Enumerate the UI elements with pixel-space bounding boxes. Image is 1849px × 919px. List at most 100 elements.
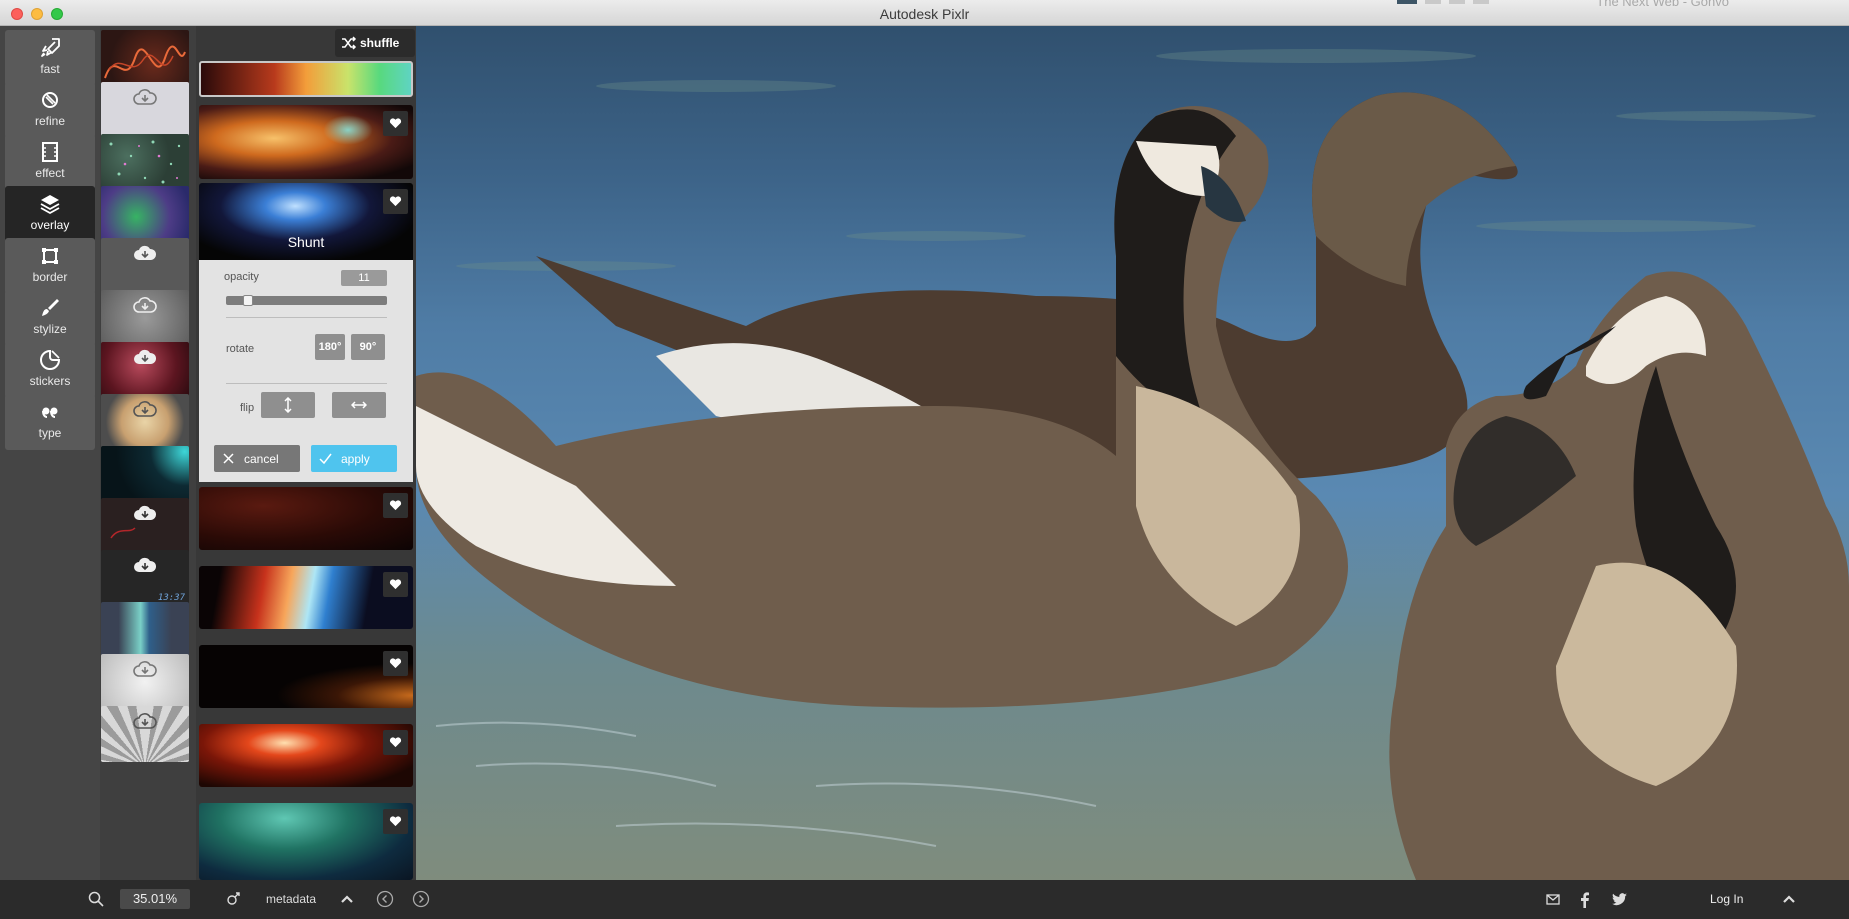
pack-thumb[interactable] — [101, 134, 189, 190]
heart-icon — [389, 196, 402, 207]
rotate-90-button[interactable]: 90° — [351, 334, 385, 360]
tool-overlay[interactable]: overlay — [5, 186, 95, 242]
opacity-label: opacity — [224, 271, 259, 283]
favorite-button[interactable] — [383, 189, 408, 214]
redo-button[interactable] — [412, 880, 432, 919]
arrow-right-circle-icon — [412, 890, 430, 908]
pack-thumb[interactable] — [101, 82, 189, 138]
favorite-button[interactable] — [383, 572, 408, 597]
pack-thumb-art — [104, 45, 186, 79]
layers-icon — [40, 195, 60, 215]
pack-thumb[interactable] — [101, 394, 189, 450]
search-icon — [88, 891, 104, 907]
metadata-toggle[interactable] — [226, 880, 244, 919]
tool-label: effect — [35, 166, 65, 180]
metadata-label[interactable]: metadata — [266, 880, 316, 919]
login-link[interactable]: Log In — [1710, 880, 1743, 919]
pack-thumb[interactable] — [101, 446, 189, 502]
expand-metadata-button[interactable] — [340, 880, 356, 919]
pack-thumb[interactable] — [101, 238, 189, 294]
pack-thumb[interactable] — [101, 654, 189, 710]
tool-label: border — [32, 270, 68, 284]
overlay-item-selected[interactable]: Shunt — [199, 183, 413, 260]
tool-border[interactable]: border — [5, 238, 95, 294]
flip-label: flip — [240, 402, 255, 414]
film-icon — [42, 142, 58, 162]
geese-photo — [416, 49, 1849, 880]
border-frame-icon — [42, 248, 58, 264]
favorite-button[interactable] — [383, 111, 408, 136]
pack-thumb[interactable]: 13:37 — [101, 550, 189, 606]
overlay-item[interactable] — [199, 566, 413, 629]
pack-thumb[interactable] — [101, 498, 189, 554]
overlay-item[interactable] — [199, 487, 413, 550]
flip-horizontal-button[interactable] — [332, 392, 386, 418]
cloud-download-icon — [133, 401, 157, 417]
tool-stylize[interactable]: stylize — [5, 290, 95, 346]
opacity-value-field[interactable]: 11 — [341, 270, 387, 286]
pack-thumb-art — [110, 527, 136, 539]
tool-label: refine — [34, 114, 66, 128]
tool-label: stylize — [33, 322, 67, 336]
cloud-download-icon — [133, 297, 157, 313]
heart-icon — [389, 500, 402, 511]
flip-vertical-button[interactable] — [261, 392, 315, 418]
tool-sidebar: fast refine effect overlay border styliz… — [0, 26, 100, 880]
share-email-button[interactable] — [1546, 880, 1562, 919]
chevron-up-icon — [341, 895, 353, 903]
heart-icon — [389, 737, 402, 748]
window-title: Autodesk Pixlr — [879, 6, 970, 22]
app-window: The Next Web - Gonvo Autodesk Pixlr fast… — [0, 0, 1849, 919]
twitter-icon — [1612, 893, 1627, 906]
cloud-download-icon — [134, 557, 157, 572]
overlay-item[interactable] — [199, 724, 413, 787]
favorite-button[interactable] — [383, 730, 408, 755]
tool-fast[interactable]: fast — [5, 30, 95, 86]
pack-thumb[interactable] — [101, 30, 189, 86]
tool-label: fast — [40, 62, 60, 76]
share-facebook-button[interactable] — [1580, 880, 1594, 919]
zoom-button[interactable] — [88, 880, 110, 919]
share-twitter-button[interactable] — [1612, 880, 1628, 919]
tool-label: type — [38, 426, 62, 440]
tool-refine[interactable]: refine — [5, 82, 95, 138]
opacity-slider-handle[interactable] — [243, 295, 253, 306]
tool-type[interactable]: type — [5, 394, 95, 450]
overlay-item[interactable] — [199, 61, 413, 97]
undo-button[interactable] — [376, 880, 396, 919]
rotate-180-button[interactable]: 180° — [315, 334, 345, 360]
expand-panel-button[interactable] — [1782, 880, 1798, 919]
favorite-button[interactable] — [383, 493, 408, 518]
favorite-button[interactable] — [383, 809, 408, 834]
tool-label: stickers — [29, 374, 71, 388]
pack-thumb[interactable] — [101, 342, 189, 398]
gender-icon — [227, 892, 240, 905]
overlay-item[interactable] — [199, 645, 413, 708]
apply-button[interactable]: apply — [311, 445, 397, 472]
photo-canvas[interactable] — [416, 26, 1849, 880]
pack-thumb[interactable] — [101, 290, 189, 346]
checkmark-icon — [319, 453, 332, 465]
background-window-decoration — [1397, 0, 1489, 4]
shuffle-button[interactable]: shuffle — [335, 29, 415, 57]
tool-stickers[interactable]: stickers — [5, 342, 95, 398]
shuffle-label: shuffle — [360, 36, 400, 50]
pack-thumb[interactable] — [101, 706, 189, 762]
divider — [226, 317, 387, 318]
cancel-label: cancel — [244, 452, 279, 466]
overlay-item[interactable] — [199, 803, 413, 880]
cancel-button[interactable]: cancel — [214, 445, 300, 472]
heart-icon — [389, 579, 402, 590]
zoom-level-field[interactable]: 35.01% — [120, 889, 190, 909]
tool-effect[interactable]: effect — [5, 134, 95, 190]
pack-thumb[interactable] — [101, 186, 189, 242]
overlay-item[interactable] — [199, 105, 413, 179]
rotate-label: rotate — [226, 343, 255, 355]
favorite-button[interactable] — [383, 651, 408, 676]
bottom-toolbar: 35.01% metadata Log In — [0, 880, 1849, 919]
opacity-slider[interactable] — [226, 295, 387, 306]
cloud-download-icon — [133, 713, 157, 729]
apply-label: apply — [341, 452, 370, 466]
pack-thumb[interactable] — [101, 602, 189, 658]
shuffle-icon — [342, 36, 357, 50]
